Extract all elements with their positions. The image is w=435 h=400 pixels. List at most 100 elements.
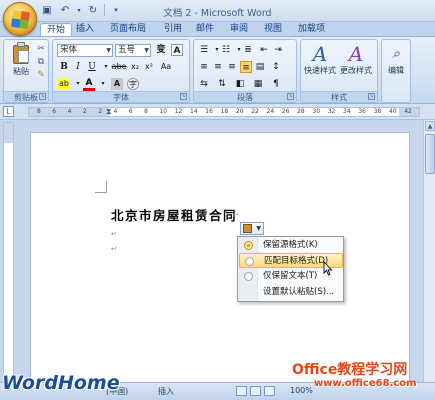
shading-icon[interactable]: ◧ [234,78,246,90]
font-color-dropdown-icon[interactable]: ▾ [97,78,109,90]
subscript-button[interactable]: x₂ [129,61,141,73]
menu-item-keep-source-formatting[interactable]: 保留源格式(K) [239,238,343,253]
increase-indent-icon[interactable]: ⇥ [272,44,284,56]
distributed-icon[interactable]: ▤ [254,61,266,73]
status-insert-mode[interactable]: 插入 [158,386,174,397]
align-left-icon[interactable]: ≡ [198,61,210,73]
horizontal-ruler[interactable]: 8 6 4 2 2 4 6 8 10 12 14 16 18 20 22 24 26 28 30 32 34 36 38 40… [28,107,420,117]
format-painter-icon[interactable]: ✎ [35,69,47,81]
tab-references[interactable]: 引用 [158,23,188,36]
text-direction-icon[interactable]: ⇆ [198,78,210,90]
superscript-button[interactable]: x² [143,61,155,73]
ruler-number: 22 [251,108,259,115]
ruler-number: 26 [281,108,290,115]
office-logo-icon [10,9,31,30]
document-area: 北京市房屋租赁合同 ↵ ↵ ↵ [16,120,423,392]
numbering-icon[interactable]: ☷ [220,44,232,56]
document-page[interactable]: 北京市房屋租赁合同 ↵ ↵ ↵ [30,132,410,392]
chevron-down-icon: ▼ [106,47,111,54]
strikethrough-button[interactable]: abe [111,61,127,73]
clipboard-launcher-icon[interactable]: ↘ [39,93,46,100]
ruler-number: 8 [144,108,148,115]
scrollbar-thumb[interactable] [425,134,435,174]
font-name-select[interactable]: 宋体 ▼ [57,44,113,57]
tab-page-layout[interactable]: 页面布局 [104,23,152,36]
enclose-char-button[interactable]: 字 [127,78,139,90]
sort-icon[interactable]: ⇅ [216,78,228,90]
change-styles-button[interactable]: A 更改样式 [339,42,373,86]
phonetic-guide-button[interactable]: 变 [155,44,167,56]
font-group-label: 字体 [53,91,189,102]
clipboard-group: 粘贴 ✂ ⧉ ✎ 剪贴板 ↘ [3,39,49,103]
editing-button[interactable]: ⌕ 编辑 [382,42,410,86]
ruler-number: 16 [205,108,213,115]
radio-icon [244,272,253,281]
vertical-ruler[interactable] [3,122,14,380]
print-layout-view-icon[interactable] [236,386,247,396]
font-launcher-icon[interactable]: ↘ [180,93,187,100]
change-case-button[interactable]: Aa [159,61,173,73]
paragraph-mark: ↵ [111,245,117,253]
borders-icon[interactable]: ▦ [252,78,264,90]
quick-styles-button[interactable]: A 快速样式 [303,42,337,86]
quick-styles-label: 快速样式 [304,66,336,75]
paragraph-mark: ↵ [233,211,239,219]
ruler-number: 10 [159,108,168,115]
bold-button[interactable]: B [58,61,70,73]
clipboard-icon [243,224,252,233]
decrease-indent-icon[interactable]: ⇤ [258,44,270,56]
tab-addins[interactable]: 加载项 [292,23,331,36]
ruler-number: 6 [128,108,133,115]
tab-mailings[interactable]: 邮件 [190,23,220,36]
highlight-color-icon[interactable]: ab [58,78,70,90]
font-size-select[interactable]: 五号 ▼ [115,44,151,57]
zoom-level[interactable]: 100% [290,386,313,395]
menu-item-label: 仅保留文本(T) [263,271,318,281]
paste-options-button[interactable]: ▼ [240,222,264,235]
menu-item-set-default-paste[interactable]: 设置默认粘贴(S)... [239,285,343,300]
ruler-number: 38 [373,108,382,115]
scroll-up-icon[interactable]: ▲ [425,121,435,131]
line-spacing-icon[interactable]: ↕ [270,61,282,73]
watermark-wordhome: WordHome [2,372,120,394]
justify-icon[interactable]: ≡ [240,61,252,73]
show-marks-icon[interactable]: ¶ [270,78,282,90]
ruler-number: 4 [113,108,118,115]
paragraph-group-label: 段落 [194,91,296,102]
char-shading-button[interactable]: A [111,78,123,90]
styles-launcher-icon[interactable]: ↘ [368,93,375,100]
tab-insert[interactable]: 插入 [70,23,100,36]
vertical-scrollbar[interactable]: ▲ [423,120,435,382]
indent-marker-icon[interactable]: ⧗ [106,107,112,117]
multilevel-list-icon[interactable]: ≣ [242,44,254,56]
tab-selector-icon[interactable]: L [3,106,14,117]
align-center-icon[interactable]: ≡ [212,61,224,73]
ruler-number: 4 [67,108,72,115]
underline-button[interactable]: U [86,61,98,73]
chevron-down-icon: ▼ [256,225,261,232]
tab-review[interactable]: 审阅 [224,23,254,36]
title-bar: ▣ ↶ ▾ ↻ ▾ 文档 2 - Microsoft Word [0,0,435,36]
full-screen-view-icon[interactable] [250,386,261,396]
web-layout-view-icon[interactable] [264,386,275,396]
bullets-icon[interactable]: ☰ [198,44,210,56]
tab-view[interactable]: 视图 [258,23,288,36]
cut-icon[interactable]: ✂ [35,43,47,55]
editing-group: ⌕ 编辑 [381,39,411,103]
document-heading[interactable]: 北京市房屋租赁合同 [111,205,237,224]
office-button[interactable] [3,2,37,36]
copy-icon[interactable]: ⧉ [35,56,47,68]
ruler-number: 40 [388,108,397,115]
paste-button[interactable]: 粘贴 [8,42,34,82]
ruler-number: 36 [358,108,366,115]
paragraph-launcher-icon[interactable]: ↘ [287,93,294,100]
char-border-button[interactable]: A [171,44,183,56]
tab-home[interactable]: 开始 [40,23,73,36]
align-right-icon[interactable]: ≡ [226,61,238,73]
font-group: 宋体 ▼ 五号 ▼ 变 A B I U ▾ abe x₂ x² Aa ab ▾ A … [52,39,190,103]
menu-item-label: 匹配目标格式(D) [264,256,329,266]
radio-icon [245,257,254,266]
font-name-value: 宋体 [60,45,78,55]
font-color-button[interactable]: A [83,78,95,91]
italic-button[interactable]: I [72,61,84,73]
